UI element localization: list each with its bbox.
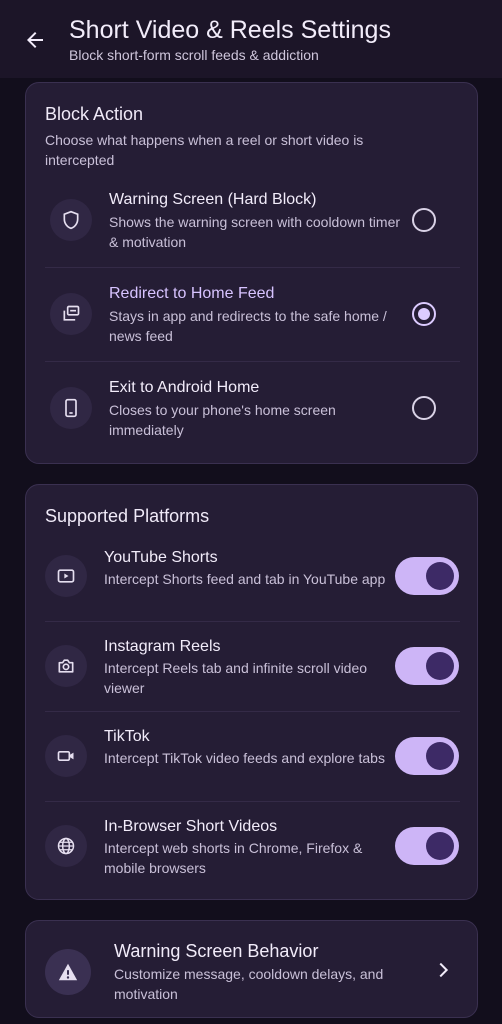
option-redirect-home[interactable]: Redirect to Home Feed Stays in app and r… bbox=[26, 267, 479, 361]
shield-icon bbox=[50, 199, 92, 241]
platform-title: In-Browser Short Videos bbox=[104, 818, 278, 835]
app-bar: Short Video & Reels Settings Block short… bbox=[0, 0, 502, 78]
divider bbox=[45, 361, 460, 362]
divider bbox=[45, 801, 460, 802]
platform-title: Instagram Reels bbox=[104, 638, 221, 655]
block-action-description: Choose what happens when a reel or short… bbox=[45, 132, 364, 168]
globe-icon bbox=[45, 825, 87, 867]
platform-description: Intercept web shorts in Chrome, Firefox … bbox=[104, 840, 363, 876]
option-title: Warning Screen (Hard Block) bbox=[109, 191, 317, 208]
option-description: Stays in app and redirects to the safe h… bbox=[109, 308, 387, 344]
video-icon bbox=[45, 735, 87, 777]
platform-tiktok[interactable]: TikTok Intercept TikTok video feeds and … bbox=[26, 711, 479, 801]
camera-icon bbox=[45, 645, 87, 687]
toggle-instagram-reels[interactable] bbox=[395, 647, 459, 685]
option-title: Exit to Android Home bbox=[109, 379, 260, 396]
platform-youtube-shorts[interactable]: YouTube Shorts Intercept Shorts feed and… bbox=[26, 533, 479, 621]
option-warning-screen[interactable]: Warning Screen (Hard Block) Shows the wa… bbox=[26, 183, 479, 267]
radio-warning-screen[interactable] bbox=[412, 208, 436, 232]
option-exit-android-home[interactable]: Exit to Android Home Closes to your phon… bbox=[26, 361, 479, 455]
divider bbox=[45, 711, 460, 712]
redirect-icon bbox=[50, 293, 92, 335]
chevron-right-icon bbox=[432, 959, 454, 986]
toggle-in-browser[interactable] bbox=[395, 827, 459, 865]
toggle-tiktok[interactable] bbox=[395, 737, 459, 775]
platforms-title: Supported Platforms bbox=[45, 506, 210, 526]
radio-redirect-home[interactable] bbox=[412, 302, 436, 326]
page-subtitle: Block short-form scroll feeds & addictio… bbox=[69, 47, 319, 63]
warning-behavior-description: Customize message, cooldown delays, and … bbox=[114, 966, 384, 1002]
warning-icon bbox=[45, 949, 91, 995]
radio-exit-android-home[interactable] bbox=[412, 396, 436, 420]
platform-description: Intercept Reels tab and infinite scroll … bbox=[104, 660, 368, 696]
platforms-card: Supported Platforms YouTube Shorts Inter… bbox=[25, 484, 478, 900]
warning-behavior-title: Warning Screen Behavior bbox=[114, 941, 319, 961]
page-title: Short Video & Reels Settings bbox=[69, 16, 391, 44]
arrow-back-icon bbox=[27, 32, 43, 48]
platform-description: Intercept TikTok video feeds and explore… bbox=[104, 750, 385, 766]
platform-description: Intercept Shorts feed and tab in YouTube… bbox=[104, 571, 386, 587]
back-button[interactable] bbox=[18, 24, 52, 56]
option-title: Redirect to Home Feed bbox=[109, 285, 275, 302]
warning-behavior-card[interactable]: Warning Screen Behavior Customize messag… bbox=[25, 920, 478, 1018]
platform-title: TikTok bbox=[104, 728, 150, 745]
block-action-title: Block Action bbox=[45, 104, 144, 124]
divider bbox=[45, 621, 460, 622]
option-description: Closes to your phone's home screen immed… bbox=[109, 402, 336, 438]
toggle-youtube-shorts[interactable] bbox=[395, 557, 459, 595]
play-icon bbox=[45, 555, 87, 597]
platform-title: YouTube Shorts bbox=[104, 549, 218, 566]
platform-instagram-reels[interactable]: Instagram Reels Intercept Reels tab and … bbox=[26, 621, 479, 711]
block-action-card: Block Action Choose what happens when a … bbox=[25, 82, 478, 464]
phone-icon bbox=[50, 387, 92, 429]
option-description: Shows the warning screen with cooldown t… bbox=[109, 214, 401, 250]
divider bbox=[45, 267, 460, 268]
platform-in-browser[interactable]: In-Browser Short Videos Intercept web sh… bbox=[26, 801, 479, 891]
